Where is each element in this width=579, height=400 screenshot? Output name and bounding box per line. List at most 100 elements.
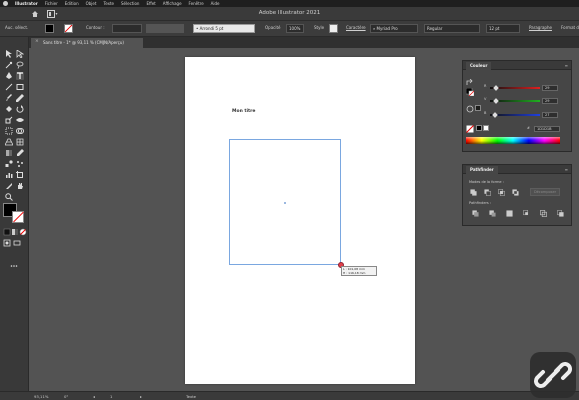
symbol-sprayer-tool-icon[interactable] xyxy=(16,160,24,168)
perspective-grid-tool-icon[interactable] xyxy=(5,138,13,146)
color-panel-tab[interactable]: Couleur xyxy=(466,62,492,70)
variable-width-field[interactable] xyxy=(146,24,184,33)
menu-item-window[interactable]: Fenêtre xyxy=(189,1,204,6)
scale-tool-icon[interactable] xyxy=(5,116,13,124)
lasso-tool-icon[interactable] xyxy=(16,61,24,69)
magic-wand-tool-icon[interactable] xyxy=(5,61,13,69)
expand-button[interactable]: Décomposer xyxy=(530,188,560,196)
gradient-mode-icon[interactable] xyxy=(11,228,19,236)
next-artboard-icon[interactable]: ▸ xyxy=(140,394,142,399)
font-size-field[interactable]: 12 pt xyxy=(486,24,520,33)
selection-status: Auc. sélect. xyxy=(5,25,29,30)
unite-icon[interactable] xyxy=(470,189,477,196)
stroke-swatch[interactable] xyxy=(64,24,73,33)
opacity-field[interactable]: 100% xyxy=(286,24,304,33)
paintbrush-tool-icon[interactable] xyxy=(5,94,13,102)
slice-tool-icon[interactable] xyxy=(5,182,13,190)
minus-front-icon[interactable] xyxy=(484,189,491,196)
divide-icon[interactable] xyxy=(472,210,479,217)
type-tool-icon[interactable] xyxy=(16,72,24,80)
artboard-number[interactable]: 1 xyxy=(110,394,112,399)
rotation-angle[interactable]: 0° xyxy=(64,394,68,399)
swap-colors-icon[interactable] xyxy=(466,79,473,85)
menu-item-effect[interactable]: Effet xyxy=(146,1,155,6)
line-tool-icon[interactable] xyxy=(5,83,13,91)
crop-icon[interactable] xyxy=(523,210,530,217)
direct-selection-tool-icon[interactable] xyxy=(16,50,24,58)
pencil-tool-icon[interactable] xyxy=(16,94,24,102)
white-swatch[interactable] xyxy=(483,125,489,131)
gradient-tool-icon[interactable] xyxy=(5,149,13,157)
app-title-bar: Adobe Illustrator 2021 xyxy=(0,7,579,21)
color-mode-icon[interactable] xyxy=(3,228,11,236)
gamut-color-swatch[interactable] xyxy=(475,105,481,111)
close-icon[interactable]: × xyxy=(35,39,39,44)
trim-icon[interactable] xyxy=(489,210,496,217)
menu-item-edit[interactable]: Edition xyxy=(65,1,79,6)
pen-tool-icon[interactable] xyxy=(5,72,13,80)
channel-value-field[interactable]: 29 xyxy=(542,98,558,104)
more-tools-icon[interactable] xyxy=(10,262,18,270)
brush-label: Arrondi 5 pt xyxy=(199,26,224,31)
menu-item-view[interactable]: Affichage xyxy=(163,1,182,6)
blend-tool-icon[interactable] xyxy=(5,160,13,168)
eyedropper-tool-icon[interactable] xyxy=(16,149,24,157)
mesh-tool-icon[interactable] xyxy=(16,138,24,146)
black-swatch[interactable] xyxy=(476,125,482,131)
paragraph-link[interactable]: Paragraphe xyxy=(529,25,552,30)
none-color-icon[interactable] xyxy=(466,125,474,133)
menu-item-type[interactable]: Texte xyxy=(103,1,114,6)
none-mode-icon[interactable] xyxy=(19,228,27,236)
menu-bar: Illustrator Fichier Edition Objet Texte … xyxy=(0,0,579,7)
brush-definition-field[interactable]: • Arrondi 5 pt xyxy=(193,24,255,33)
outline-icon[interactable] xyxy=(540,210,547,217)
current-tool: Texte xyxy=(186,394,197,399)
character-link[interactable]: Caractère xyxy=(346,25,366,30)
rectangle-tool-icon[interactable] xyxy=(16,83,24,91)
panel-fill-box[interactable] xyxy=(466,88,474,96)
graph-tool-icon[interactable] xyxy=(5,171,13,179)
fill-swatch[interactable] xyxy=(45,24,54,33)
zoom-tool-icon[interactable] xyxy=(5,193,13,201)
apple-icon[interactable] xyxy=(3,1,8,6)
panel-menu-icon[interactable]: ≡ xyxy=(565,167,568,172)
exclude-icon[interactable] xyxy=(512,189,519,196)
channel-value-field[interactable]: 27 xyxy=(542,112,558,118)
eraser-tool-icon[interactable] xyxy=(5,105,13,113)
font-family-field[interactable]: ⌕ Myriad Pro xyxy=(370,24,418,33)
hand-tool-icon[interactable] xyxy=(16,182,24,190)
stroke-color-box[interactable] xyxy=(12,211,24,223)
menu-item-object[interactable]: Objet xyxy=(86,1,97,6)
artboard-tool-icon[interactable] xyxy=(16,171,24,179)
panel-menu-icon[interactable]: ≡ xyxy=(565,63,568,68)
pathfinder-panel-tab[interactable]: Pathfinder xyxy=(466,166,498,174)
menu-item-select[interactable]: Sélection xyxy=(121,1,139,6)
color-spectrum[interactable] xyxy=(466,137,560,144)
width-tool-icon[interactable] xyxy=(16,116,24,124)
stroke-weight-field[interactable] xyxy=(112,24,142,33)
style-label: Style xyxy=(314,25,325,30)
font-style-field[interactable]: Regular xyxy=(424,24,480,33)
zoom-level[interactable]: 93,11% xyxy=(34,394,48,399)
menu-item-file[interactable]: Fichier xyxy=(45,1,58,6)
hex-color-field[interactable]: 1D1D1B xyxy=(534,126,560,132)
minus-back-icon[interactable] xyxy=(557,210,564,217)
canvas-text-object[interactable]: Mon titre xyxy=(232,109,255,114)
draw-mode-icon[interactable] xyxy=(3,239,11,247)
merge-icon[interactable] xyxy=(506,210,513,217)
format-label[interactable]: Format d xyxy=(561,25,579,30)
stroke-label: Contour : xyxy=(86,25,105,30)
intersect-icon[interactable] xyxy=(498,189,505,196)
menu-app-name[interactable]: Illustrator xyxy=(15,1,38,6)
document-tab[interactable]: × Sans titre - 1* @ 93,11 % (CMJN/Aperçu… xyxy=(31,38,143,48)
channel-value-field[interactable]: 29 xyxy=(542,85,558,91)
style-swatch[interactable] xyxy=(329,24,338,33)
selection-center-point xyxy=(284,202,286,204)
menu-item-help[interactable]: Aide xyxy=(211,1,220,6)
prev-artboard-icon[interactable]: ◂ xyxy=(93,394,95,399)
free-transform-tool-icon[interactable] xyxy=(5,127,13,135)
rotate-tool-icon[interactable] xyxy=(16,105,24,113)
shape-builder-tool-icon[interactable] xyxy=(16,127,24,135)
selection-tool-icon[interactable] xyxy=(5,50,13,58)
screen-mode-icon[interactable] xyxy=(13,239,21,247)
